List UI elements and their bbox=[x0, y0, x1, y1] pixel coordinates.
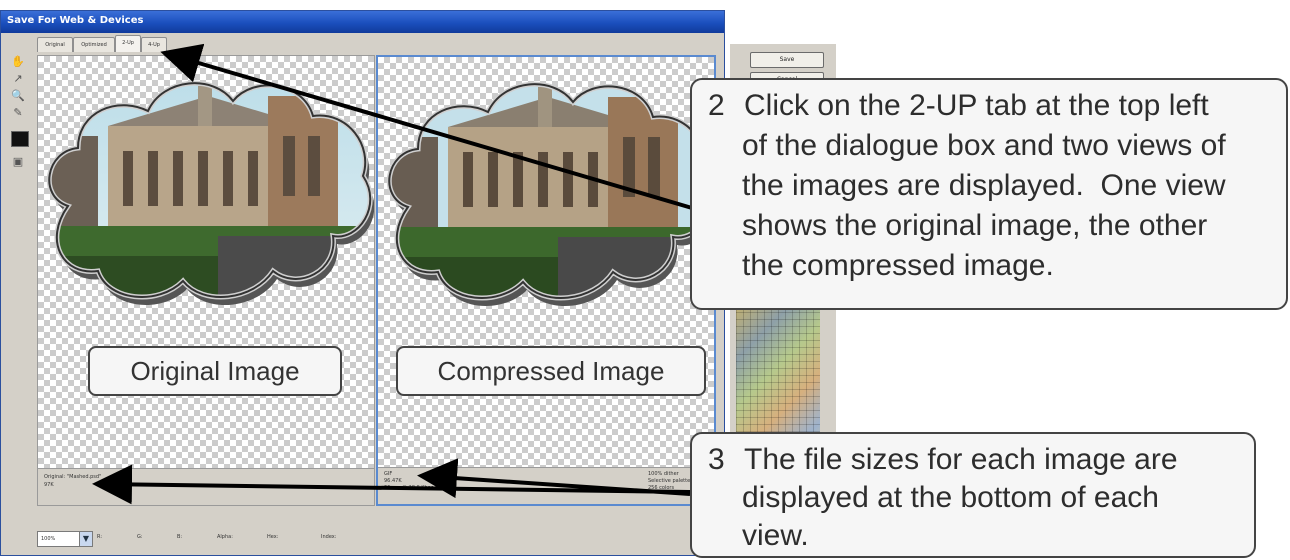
step-2-number: 2 bbox=[708, 89, 725, 122]
original-image-label: Original Image bbox=[88, 346, 342, 396]
step-2-callout: 2 Click on the 2-UP tab at the top left … bbox=[690, 78, 1288, 310]
step-3-line-1: The file sizes for each image are bbox=[744, 443, 1178, 476]
compressed-image-label: Compressed Image bbox=[396, 346, 706, 396]
arrow-to-2up-tab bbox=[160, 43, 693, 210]
step-3-number: 3 bbox=[708, 443, 725, 476]
step-3-callout: 3 The file sizes for each image are disp… bbox=[690, 432, 1256, 558]
step-3-line-2: displayed at the bottom of each bbox=[742, 481, 1159, 514]
step-2-line-4: shows the original image, the other bbox=[742, 209, 1208, 242]
step-2-line-3: the images are displayed. One view bbox=[742, 169, 1226, 202]
step-2-line-5: the compressed image. bbox=[742, 249, 1054, 282]
step-3-line-3: view. bbox=[742, 519, 809, 552]
step-2-line-1: Click on the 2-UP tab at the top left bbox=[744, 89, 1209, 122]
step-2-line-2: of the dialogue box and two views of bbox=[742, 129, 1226, 162]
